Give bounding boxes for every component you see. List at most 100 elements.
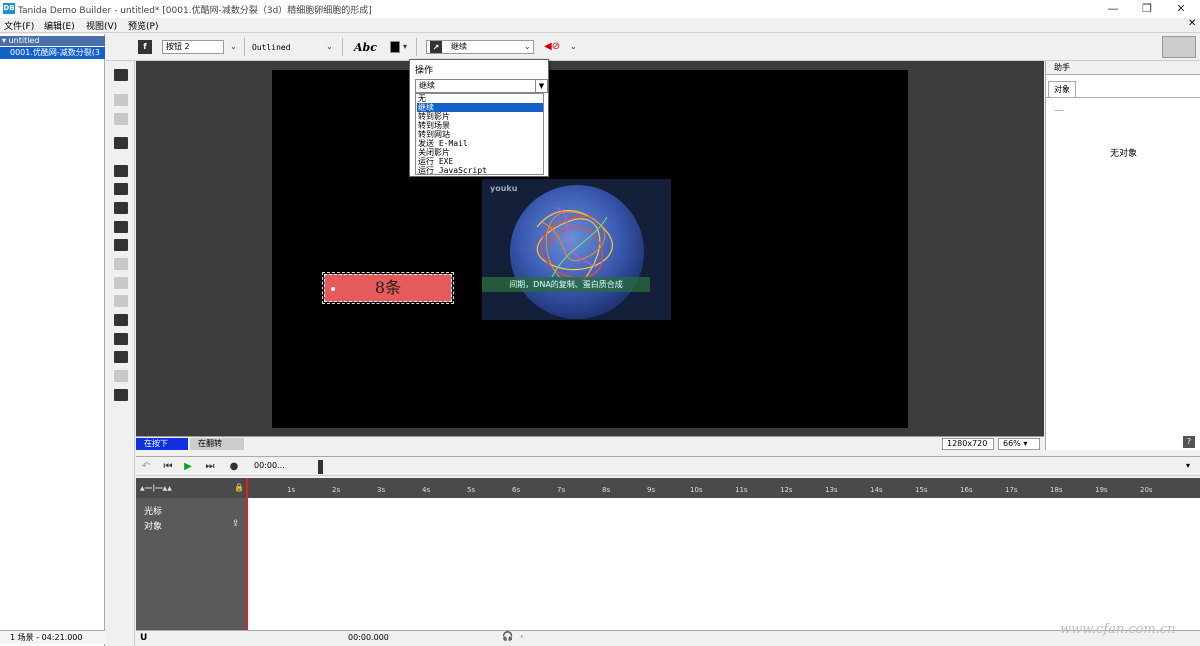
chevron-down-icon[interactable]: ▼ [535,80,547,92]
tick-label: 2s [332,486,341,494]
object-name-field[interactable]: 按钮 2 [162,40,224,54]
state-rollover-tab[interactable]: 在翻转 [190,438,244,450]
chevron-down-icon[interactable]: ⌄ [524,42,531,51]
playhead[interactable] [246,478,248,630]
tab-objects[interactable]: 对象 [1048,81,1076,97]
stage-button-label: 8条 [374,278,402,297]
scroll-left-icon[interactable]: ‹ [520,632,524,642]
chevron-down-icon[interactable]: ⌄ [326,42,333,51]
microphone-icon[interactable]: ● [228,461,240,473]
state-pressed-tab[interactable]: 在按下 [136,438,188,450]
skip-end-icon[interactable]: ⏭ [204,461,216,473]
video-object[interactable]: youku 间期，DNA的复制、蛋白质合成 [482,179,671,320]
timeline-position: 00:00.000 [348,633,389,642]
zoom-slider[interactable]: ▲━━┃━━▲▲ [140,485,230,492]
track-objects[interactable]: 对象 [144,519,162,532]
option-run-exe[interactable]: 运行 EXE [417,157,543,166]
option-goto-website[interactable]: 转到网站 [417,130,543,139]
chevron-down-icon[interactable]: ⌄ [570,42,577,51]
tick-label: 11s [735,486,748,494]
menu-edit[interactable]: 编辑(E) [44,19,75,32]
font-style-button[interactable]: Abc [354,41,377,54]
arrow-up-icon[interactable] [114,94,128,106]
chevron-down-icon[interactable]: ▾ [1186,461,1190,470]
lock-icon[interactable]: 🔒 [234,483,244,492]
play-preview-icon[interactable] [114,137,128,149]
scene-item[interactable]: 0001.优酷网-减数分裂(3 [0,47,105,59]
chevron-down-icon[interactable]: ⌄ [230,42,237,51]
undo-icon[interactable]: ↶ [140,461,152,473]
track-cursor[interactable]: 光标 [144,504,162,517]
scene-count-status: 1 场景 - 04:21.000 [0,630,105,644]
skip-start-icon[interactable]: ⏮ [162,461,174,473]
tick-label: 12s [780,486,793,494]
option-close-movie[interactable]: 关闭影片 [417,148,543,157]
menu-preview[interactable]: 预览(P) [128,19,158,32]
cursor-icon[interactable] [114,258,128,270]
option-goto-movie[interactable]: 转到影片 [417,112,543,121]
tick-label: 10s [690,486,703,494]
maximize-button[interactable]: ❐ [1132,1,1162,17]
callout-icon[interactable] [114,165,128,177]
action-select[interactable]: 继续 [426,40,534,54]
zoom-select[interactable]: 66% ▾ [998,438,1040,450]
help-icon[interactable]: ? [1183,436,1195,448]
highlight-icon[interactable] [114,314,128,326]
layout-thumbnail-icon[interactable] [1162,36,1196,58]
headphones-icon[interactable]: 🎧 [502,632,513,642]
play-icon[interactable]: ▶ [182,461,194,473]
action-dropdown: 操作 继续 ▼ 无 继续 转到影片 转到场景 转到网站 发送 E-Mail 关闭… [409,59,549,177]
tick-label: 3s [377,486,386,494]
timeline-ruler[interactable]: ▲━━┃━━▲▲ 🔒 1s 2s 3s 4s 5s 6s 7s 8s 9s 10… [136,478,1200,498]
action-icon: ↗ [430,41,442,53]
film-icon[interactable] [114,333,128,345]
option-continue[interactable]: 继续 [417,103,543,112]
image-icon[interactable] [114,239,128,251]
option-goto-scene[interactable]: 转到场景 [417,121,543,130]
timeline-slider-handle[interactable] [318,460,323,474]
action-combobox[interactable]: 继续 ▼ [415,79,548,93]
scene-tree-root[interactable]: ▾ untitled [0,36,105,46]
upload-icon[interactable]: ⇪ [232,519,240,529]
button-object-icon[interactable] [114,295,128,307]
close-button[interactable]: ✕ [1166,1,1196,17]
video-logo: youku [490,184,518,193]
watermark: www.cfan.com.cn [1060,622,1176,637]
input-icon[interactable] [114,277,128,289]
magnet-icon[interactable]: U [140,633,147,643]
resolution-display: 1280x720 [942,438,994,450]
no-sound-icon[interactable]: ◀⊘ [544,41,560,52]
zoom-icon[interactable] [114,351,128,363]
timeline-tracks[interactable] [246,498,1200,630]
tick-label: 18s [1050,486,1063,494]
arrow-down-icon[interactable] [114,113,128,125]
chevron-down-icon[interactable]: ▾ [403,42,407,51]
tick-label: 14s [870,486,883,494]
tick-label: 1s [287,486,296,494]
button-style-select[interactable]: Outlined [252,43,291,52]
note-icon[interactable] [114,183,128,195]
divider [1046,97,1200,98]
close-document-icon[interactable]: ✕ [1188,18,1196,29]
menu-file[interactable]: 文件(F) [4,19,34,32]
tick-label: 19s [1095,486,1108,494]
key-icon[interactable] [114,389,128,401]
stage-button-8[interactable]: 8条 [322,272,454,304]
minimize-button[interactable]: — [1098,1,1128,17]
menu-view[interactable]: 视图(V) [86,19,117,32]
text-icon[interactable] [114,202,128,214]
drop-icon[interactable] [114,370,128,382]
separator [342,38,343,56]
flash-icon[interactable]: f [138,40,152,54]
collapse-icon[interactable]: — [1054,105,1064,116]
grid-icon[interactable] [114,69,128,81]
tick-label: 15s [915,486,928,494]
action-label: 操作 [415,66,434,76]
text-color-swatch[interactable] [390,41,400,53]
option-send-email[interactable]: 发送 E-Mail [417,139,543,148]
tick-label: 8s [602,486,611,494]
rectangle-icon[interactable] [114,221,128,233]
option-run-javascript[interactable]: 运行 JavaScript [417,166,543,175]
option-none[interactable]: 无 [417,94,543,103]
tick-label: 20s [1140,486,1153,494]
